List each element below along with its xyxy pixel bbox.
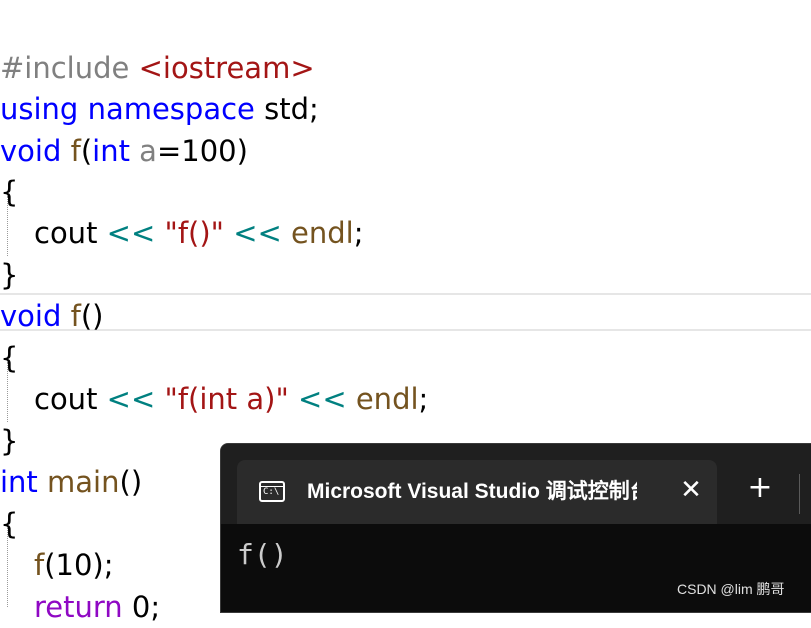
return-value: 0; [122, 590, 161, 624]
code-line-5[interactable]: cout << "f()" << endl; [0, 213, 364, 254]
console-tab[interactable]: C:\ Microsoft Visual Studio 调试控制台 ✕ [237, 460, 717, 524]
function-call-f: f [34, 548, 45, 582]
code-line-11[interactable]: int main() [0, 462, 142, 503]
parens: () [80, 299, 104, 333]
watermark: CSDN @lim 鹏哥 [677, 581, 785, 597]
code-line-12[interactable]: { [0, 504, 18, 545]
titlebar-divider [799, 474, 800, 514]
string-literal: "f()" [164, 216, 224, 250]
call-args: (10); [44, 548, 114, 582]
code-line-6[interactable]: } [0, 255, 18, 296]
semicolon: ; [418, 382, 429, 416]
identifier-endl: endl [291, 216, 354, 250]
keyword-using: using [0, 92, 79, 126]
code-line-2[interactable]: using namespace std; [0, 89, 319, 130]
operator-shift: << [106, 382, 156, 416]
keyword-void: void [0, 134, 62, 168]
keyword-int: int [0, 465, 38, 499]
paren-open: ( [80, 134, 93, 168]
keyword-int: int [92, 134, 130, 168]
string-literal: "f(int a)" [164, 382, 289, 416]
code-line-1[interactable]: #include <iostream> [0, 48, 315, 89]
code-line-3[interactable]: void f(int a=100) [0, 131, 248, 172]
default-value: =100) [156, 134, 248, 168]
console-output: f() [237, 538, 288, 571]
code-line-13[interactable]: f(10); [0, 545, 114, 586]
terminal-icon: C:\ [259, 481, 285, 502]
function-name-f: f [70, 299, 81, 333]
include-header: <iostream> [138, 51, 315, 85]
operator-shift: << [106, 216, 156, 250]
identifier-endl: endl [355, 382, 419, 416]
param-a: a [139, 134, 157, 168]
keyword-namespace: namespace [87, 92, 255, 126]
function-name-f: f [70, 134, 81, 168]
operator-shift: << [298, 382, 347, 416]
console-titlebar[interactable]: C:\ Microsoft Visual Studio 调试控制台 ✕ + [221, 444, 811, 524]
console-body[interactable]: f() [221, 524, 811, 612]
keyword-return: return [34, 590, 123, 624]
code-line-14[interactable]: return 0; [0, 587, 160, 628]
function-name-main: main [47, 465, 120, 499]
operator-shift: << [233, 216, 282, 250]
code-line-9[interactable]: cout << "f(int a)" << endl; [0, 379, 428, 420]
code-line-8[interactable]: { [0, 338, 18, 379]
parens: () [119, 465, 143, 499]
code-line-7-current[interactable]: void f() [0, 293, 811, 337]
new-tab-button[interactable]: + [743, 472, 777, 506]
keyword-void: void [0, 299, 62, 333]
code-line-10[interactable]: } [0, 421, 18, 462]
namespace-std: std; [264, 92, 319, 126]
code-line-4[interactable]: { [0, 172, 18, 213]
console-tab-title: Microsoft Visual Studio 调试控制台 [307, 480, 637, 503]
close-icon[interactable]: ✕ [677, 476, 705, 504]
identifier-cout: cout [34, 382, 98, 416]
semicolon: ; [353, 216, 364, 250]
identifier-cout: cout [34, 216, 98, 250]
preprocessor-directive: #include [0, 51, 130, 85]
